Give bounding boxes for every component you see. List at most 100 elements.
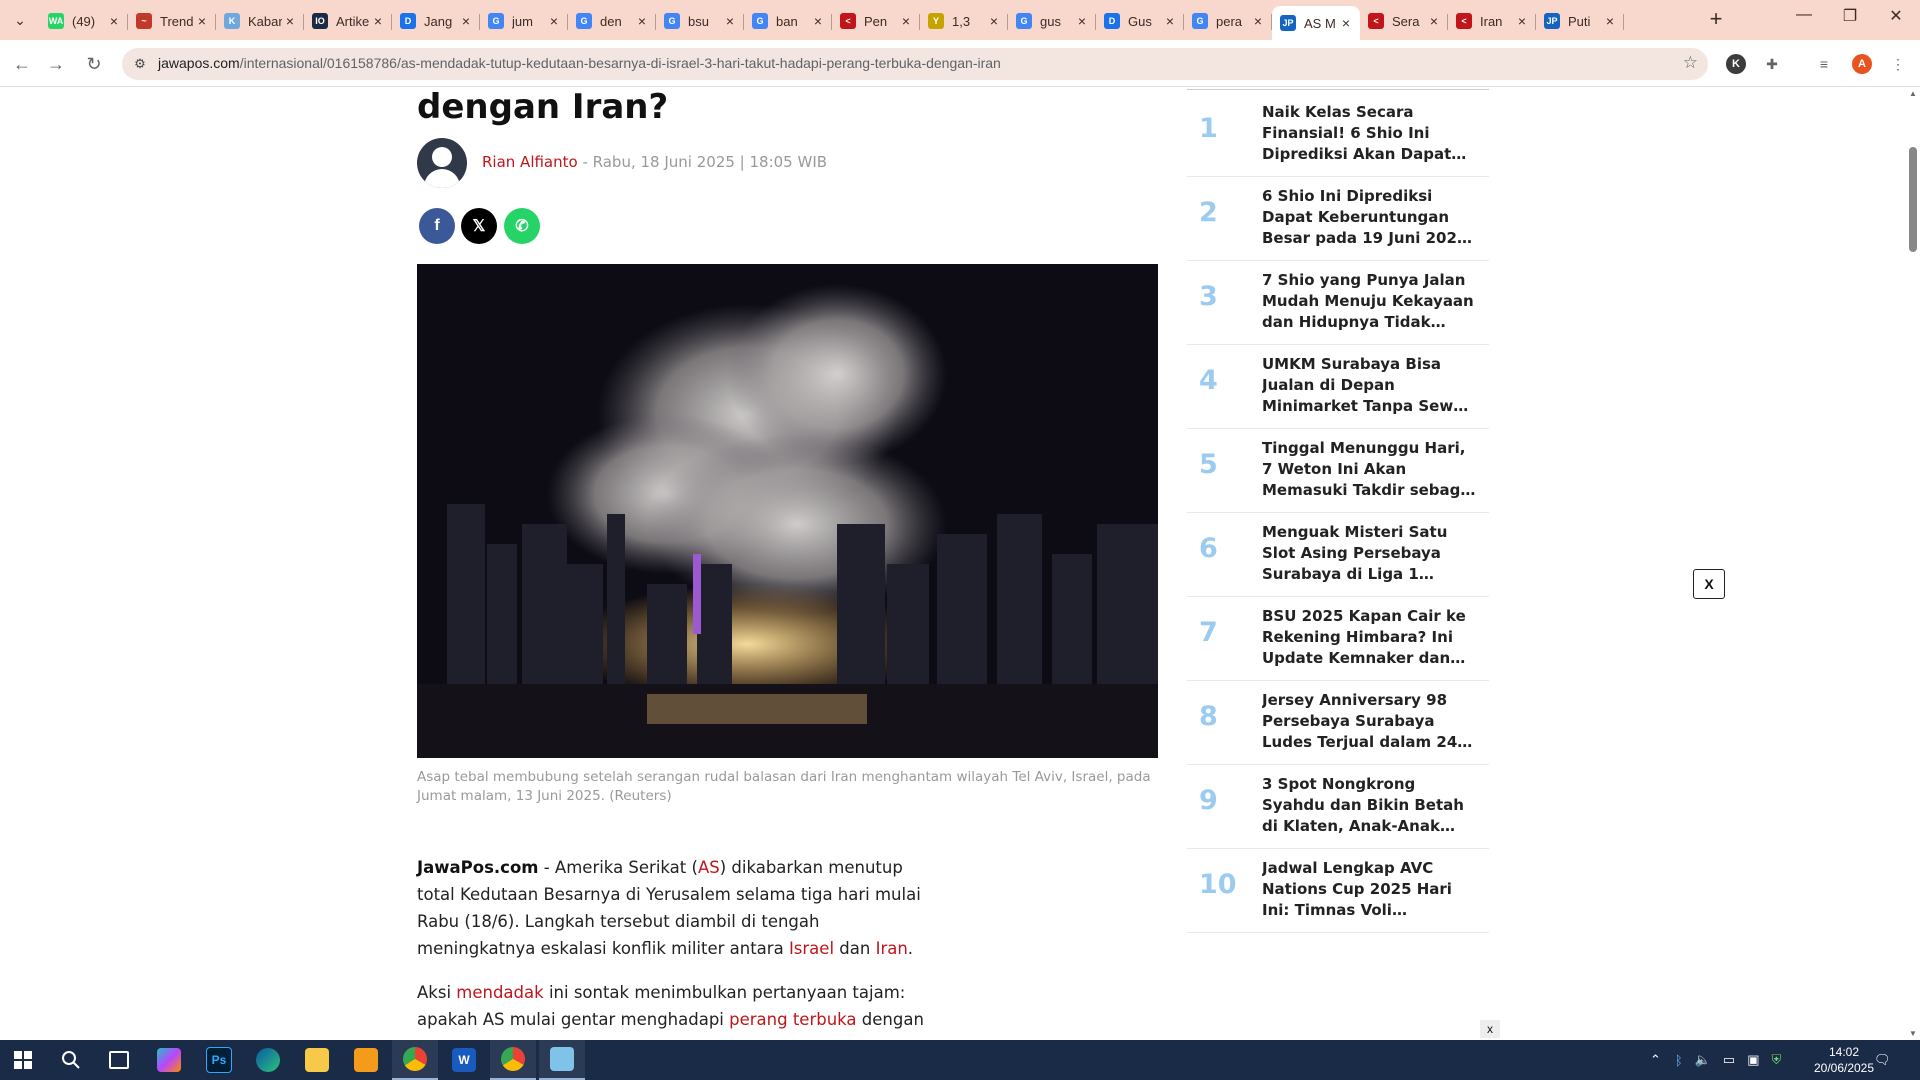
tab-close-icon[interactable]: × (634, 13, 650, 29)
chrome-profile-app[interactable] (490, 1040, 536, 1080)
popular-title-link[interactable]: BSU 2025 Kapan Cair ke Rekening Himbara?… (1262, 606, 1477, 669)
reload-button[interactable]: ↻ (80, 50, 108, 78)
site-info-icon[interactable]: ⚙ (130, 54, 150, 74)
popular-title-link[interactable]: UMKM Surabaya Bisa Jualan di Depan Minim… (1262, 354, 1477, 417)
share-facebook-button[interactable]: f (419, 208, 455, 244)
ad-close-button[interactable]: X (1693, 569, 1725, 599)
forward-button[interactable]: → (42, 50, 70, 78)
back-button[interactable]: ← (8, 50, 36, 78)
tab-close-icon[interactable]: × (722, 13, 738, 29)
url-text[interactable]: jawapos.com/internasional/016158786/as-m… (158, 55, 1001, 71)
share-whatsapp-button[interactable]: ✆ (504, 208, 540, 244)
task-view-button[interactable] (96, 1040, 142, 1080)
browser-tab[interactable]: < Iran × (1448, 6, 1536, 36)
popular-item[interactable]: 5 Tinggal Menunggu Hari, 7 Weton Ini Akan… (1187, 429, 1489, 513)
tag-link-mendadak[interactable]: mendadak (456, 983, 543, 1002)
tag-link-as[interactable]: AS (698, 858, 720, 877)
popular-item[interactable]: 1 Naik Kelas Secara Finansial! 6 Shio Ini… (1187, 93, 1489, 177)
popular-item[interactable]: 3 7 Shio yang Punya Jalan Mudah Menuju Ke… (1187, 261, 1489, 345)
browser-tab[interactable]: WA (49) × (40, 6, 128, 36)
photoshop-app[interactable]: Ps (196, 1040, 242, 1080)
scroll-thumb[interactable] (1909, 147, 1917, 252)
popular-title-link[interactable]: Menguak Misteri Satu Slot Asing Persebay… (1262, 522, 1477, 585)
browser-tab[interactable]: Gbsu × (656, 6, 744, 36)
browser-tab[interactable]: JP Puti × (1536, 6, 1624, 36)
chrome-app[interactable] (392, 1040, 438, 1080)
tab-close-icon[interactable]: × (1162, 13, 1178, 29)
browser-tab[interactable]: D Jang × (392, 6, 480, 36)
browser-tab[interactable]: Gjum × (480, 6, 568, 36)
file-explorer-app[interactable] (294, 1040, 340, 1080)
browser-tab[interactable]: < Pen × (832, 6, 920, 36)
tab-close-icon[interactable]: × (282, 13, 298, 29)
bookmark-star-icon[interactable]: ☆ (1683, 53, 1698, 73)
popular-item[interactable]: 9 3 Spot Nongkrong Syahdu dan Bikin Betah… (1187, 765, 1489, 849)
tab-search-icon[interactable]: ⌄ (8, 8, 32, 32)
tab-close-icon[interactable]: × (986, 13, 1002, 29)
scroll-up-icon[interactable]: ▲ (1909, 89, 1917, 98)
browser-tab[interactable]: < Sera × (1360, 6, 1448, 36)
popular-title-link[interactable]: Tinggal Menunggu Hari, 7 Weton Ini Akan … (1262, 438, 1477, 501)
tab-close-icon[interactable]: × (370, 13, 386, 29)
security-icon[interactable]: ⛨ (1772, 1052, 1782, 1068)
tab-close-icon[interactable]: × (1602, 13, 1618, 29)
extensions-puzzle-icon[interactable]: ✚ (1760, 52, 1784, 76)
share-x-button[interactable]: 𝕏 (461, 208, 497, 244)
scroll-down-icon[interactable]: ▼ (1909, 1029, 1917, 1038)
tab-close-icon[interactable]: × (1074, 13, 1090, 29)
browser-tab[interactable]: IO Artikel × (304, 6, 392, 36)
popular-item[interactable]: 6 Menguak Misteri Satu Slot Asing Perseba… (1187, 513, 1489, 597)
tab-close-icon[interactable]: × (1514, 13, 1530, 29)
start-button[interactable] (0, 1040, 46, 1080)
address-bar[interactable]: ⚙ jawapos.com/internasional/016158786/as… (122, 48, 1708, 80)
popular-item[interactable]: 4 UMKM Surabaya Bisa Jualan di Depan Mini… (1187, 345, 1489, 429)
author-link[interactable]: Rian Alfianto (482, 153, 578, 171)
word-app[interactable]: W (441, 1040, 487, 1080)
volume-icon[interactable]: 🔈 (1695, 1052, 1711, 1068)
browser-tab[interactable]: Gban × (744, 6, 832, 36)
browser-tab[interactable]: D Gus × (1096, 6, 1184, 36)
media-control-icon[interactable]: ≡ (1812, 52, 1836, 76)
network-icon[interactable]: ▭ (1723, 1052, 1735, 1068)
popular-title-link[interactable]: 7 Shio yang Punya Jalan Mudah Menuju Kek… (1262, 270, 1477, 333)
notepad-app[interactable] (539, 1040, 585, 1080)
page-scrollbar[interactable]: ▲ ▼ (1906, 87, 1920, 1040)
tab-close-icon[interactable]: × (194, 13, 210, 29)
edge-app[interactable] (245, 1040, 291, 1080)
display-icon[interactable]: ▣ (1747, 1052, 1759, 1068)
tag-link-iran[interactable]: Iran (876, 939, 908, 958)
popular-item[interactable]: 8 Jersey Anniversary 98 Persebaya Surabay… (1187, 681, 1489, 765)
browser-tab[interactable]: Y 1,3 × (920, 6, 1008, 36)
copilot-app[interactable] (146, 1040, 192, 1080)
browser-tab[interactable]: K Kabar × (216, 6, 304, 36)
browser-tab[interactable]: Ggus × (1008, 6, 1096, 36)
clock[interactable]: 14:02 20/06/2025 (1808, 1044, 1880, 1076)
extension-k-icon[interactable]: K (1724, 52, 1748, 76)
tab-close-icon[interactable]: × (546, 13, 562, 29)
popular-item[interactable]: 10 Jadwal Lengkap AVC Nations Cup 2025 Ha… (1187, 849, 1489, 933)
bottom-ad-close-button[interactable]: x (1480, 1020, 1500, 1038)
popular-title-link[interactable]: Naik Kelas Secara Finansial! 6 Shio Ini … (1262, 102, 1477, 165)
author-avatar[interactable] (417, 138, 467, 188)
chevron-up-icon[interactable]: ⌃ (1650, 1052, 1661, 1068)
tag-link-perang-terbuka[interactable]: perang terbuka (729, 1010, 856, 1029)
browser-tab[interactable]: Gpera × (1184, 6, 1272, 36)
tab-close-icon[interactable]: × (1250, 13, 1266, 29)
tab-close-icon[interactable]: × (898, 13, 914, 29)
browser-tab[interactable]: ~ Trending× (128, 6, 216, 36)
popular-title-link[interactable]: Jersey Anniversary 98 Persebaya Surabaya… (1262, 690, 1477, 753)
browser-tab[interactable]: Gden × (568, 6, 656, 36)
menu-kebab-icon[interactable]: ⋮ (1886, 52, 1910, 76)
profile-avatar[interactable]: A (1850, 52, 1874, 76)
popular-title-link[interactable]: Jadwal Lengkap AVC Nations Cup 2025 Hari… (1262, 858, 1477, 921)
minimize-button[interactable]: — (1784, 6, 1824, 24)
popular-item[interactable]: 2 6 Shio Ini Diprediksi Dapat Keberuntung… (1187, 177, 1489, 261)
tab-close-icon[interactable]: × (810, 13, 826, 29)
bluetooth-icon[interactable]: ᛒ (1675, 1053, 1683, 1068)
tab-close-icon[interactable]: × (1426, 13, 1442, 29)
popular-title-link[interactable]: 3 Spot Nongkrong Syahdu dan Bikin Betah … (1262, 774, 1477, 837)
restore-button[interactable]: ❐ (1830, 6, 1870, 26)
popular-item[interactable]: 7 BSU 2025 Kapan Cair ke Rekening Himbara… (1187, 597, 1489, 681)
gdocs-app[interactable] (343, 1040, 389, 1080)
notifications-button[interactable]: 🗨 (1874, 1040, 1891, 1080)
